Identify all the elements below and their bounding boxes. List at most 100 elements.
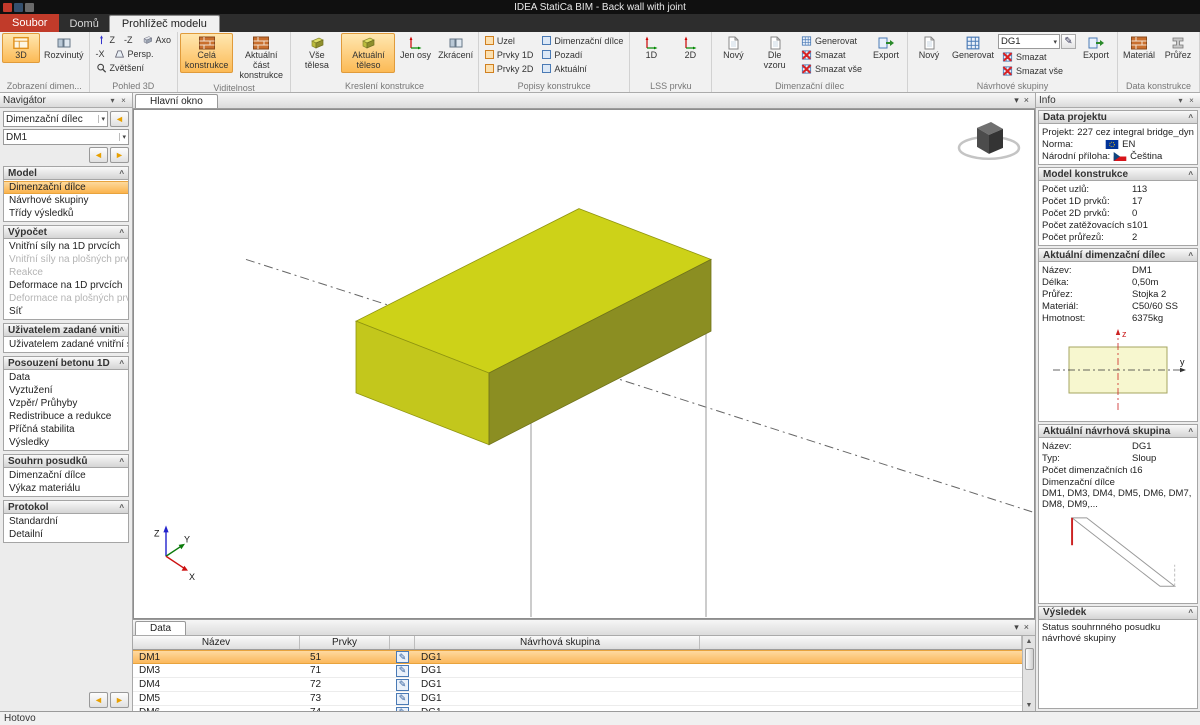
dim-member-delete-all-button[interactable]: Smazat vše xyxy=(797,62,866,75)
table-row-dm3[interactable]: DM3 71 ✎ DG1 xyxy=(133,664,1022,678)
tab-model-browser[interactable]: Prohlížeč modelu xyxy=(109,15,220,32)
section-header-concrete-check[interactable]: Posouzení betonu 1D^ xyxy=(3,356,129,370)
edit-row-icon[interactable]: ✎ xyxy=(396,693,409,705)
pin-icon[interactable]: ▾ xyxy=(107,96,118,105)
dim-member-new-button[interactable]: Nový xyxy=(714,33,752,63)
edit-row-icon[interactable]: ✎ xyxy=(396,707,409,712)
tab-main-window[interactable]: Hlavní okno xyxy=(135,94,218,108)
axes-only-button[interactable]: Jen osy xyxy=(396,33,434,63)
scrollbar-thumb[interactable] xyxy=(1025,648,1034,670)
nav-item-results[interactable]: Výsledky xyxy=(4,436,128,449)
scroll-up-icon[interactable]: ▲ xyxy=(1026,636,1033,647)
nav-item-deformations-1d[interactable]: Deformace na 1D prvcích xyxy=(4,279,128,292)
design-group-generate-button[interactable]: Generovat xyxy=(949,33,997,63)
close-icon[interactable]: × xyxy=(1186,96,1197,105)
label-current-toggle[interactable]: Aktuální xyxy=(538,62,627,75)
cross-section-button[interactable]: Průřez xyxy=(1159,33,1197,63)
label-node-toggle[interactable]: Uzel xyxy=(481,34,538,47)
close-icon[interactable]: × xyxy=(118,96,129,105)
nav-item-redistribution[interactable]: Redistribuce a redukce xyxy=(4,410,128,423)
viewport-3d[interactable]: Z Y X xyxy=(133,109,1035,619)
navigation-cube[interactable] xyxy=(959,122,1019,159)
close-icon[interactable]: × xyxy=(1024,95,1029,106)
close-icon[interactable]: × xyxy=(1024,622,1029,633)
view-minus-x-button[interactable]: -X xyxy=(92,47,109,60)
next-member-button[interactable]: ► xyxy=(110,147,129,163)
label-members2d-toggle[interactable]: Prvky 2D xyxy=(481,62,538,75)
dim-member-export-button[interactable]: Export xyxy=(867,33,905,63)
nav-item-buckling[interactable]: Vzpěr/ Průhyby xyxy=(4,397,128,410)
dim-member-delete-button[interactable]: Smazat xyxy=(797,48,866,61)
current-part-button[interactable]: Aktuální část konstrukce xyxy=(234,33,288,83)
current-solid-button[interactable]: Aktuální těleso xyxy=(341,33,395,73)
view-persp-button[interactable]: Persp. xyxy=(110,47,158,60)
table-scrollbar[interactable]: ▲ ▼ xyxy=(1022,636,1035,711)
edit-row-icon[interactable]: ✎ xyxy=(396,679,409,691)
lss-1d-button[interactable]: 1D xyxy=(632,33,670,63)
section-header-user-forces[interactable]: Uživatelem zadané vnitřní s^ xyxy=(3,323,129,337)
section-header-check-summary[interactable]: Souhrn posudků^ xyxy=(3,454,129,468)
pin-icon[interactable]: ▾ xyxy=(1014,622,1019,633)
edit-row-icon[interactable]: ✎ xyxy=(396,665,409,677)
project-section-header[interactable]: Data projektu^ xyxy=(1038,110,1198,124)
pin-icon[interactable]: ▾ xyxy=(1175,96,1186,105)
current-group-section-header[interactable]: Aktuální návrhová skupina^ xyxy=(1038,424,1198,438)
file-menu-button[interactable]: Soubor xyxy=(0,14,59,32)
column-header-elements[interactable]: Prvky xyxy=(300,636,390,649)
view-axo-button[interactable]: Axo xyxy=(138,33,176,46)
nav-item-result-classes[interactable]: Třídy výsledků xyxy=(4,207,128,220)
nav-item-data[interactable]: Data xyxy=(4,371,128,384)
pin-icon[interactable]: ▾ xyxy=(1014,95,1019,106)
tab-home[interactable]: Domů xyxy=(59,16,108,32)
nav-item-mesh[interactable]: Síť xyxy=(4,305,128,318)
model-section-header[interactable]: Model konstrukce^ xyxy=(1038,167,1198,181)
material-button[interactable]: Materiál xyxy=(1120,33,1158,63)
view-minus-z-button[interactable]: -Z xyxy=(120,33,137,46)
column-header-name[interactable]: Název xyxy=(133,636,300,649)
edit-row-icon[interactable]: ✎ xyxy=(396,651,409,663)
shortened-button[interactable]: Zkrácení xyxy=(435,33,475,63)
section-header-model[interactable]: Model^ xyxy=(3,166,129,180)
dim-member-by-pattern-button[interactable]: Dle vzoru xyxy=(753,33,796,73)
label-members1d-toggle[interactable]: Prvky 1D xyxy=(481,48,538,61)
result-section-header[interactable]: Výsledek^ xyxy=(1038,606,1198,620)
nav-item-lateral-stability[interactable]: Příčná stabilita xyxy=(4,423,128,436)
whole-structure-button[interactable]: Celá konstrukce xyxy=(180,33,233,73)
design-group-combo[interactable]: DG1 ▾ xyxy=(998,34,1060,49)
prev-mode-button[interactable]: ◄ xyxy=(110,111,129,127)
label-background-toggle[interactable]: Pozadí xyxy=(538,48,627,61)
view-unfolded-button[interactable]: Rozvinutý xyxy=(41,33,87,63)
all-solids-button[interactable]: Vše tělesa xyxy=(293,33,340,73)
nav-item-material-report[interactable]: Výkaz materiálu xyxy=(4,482,128,495)
nav-item-reinforcement[interactable]: Vyztužení xyxy=(4,384,128,397)
nav-item-detailed-report[interactable]: Detailní xyxy=(4,528,128,541)
navigator-member-combo[interactable]: DM1 ▾ xyxy=(3,129,129,145)
design-group-new-button[interactable]: Nový xyxy=(910,33,948,63)
navigator-mode-combo[interactable]: Dimenzační dílec ▾ xyxy=(3,111,108,127)
zoom-button[interactable]: Zvětšení xyxy=(92,61,149,74)
label-dim-members-toggle[interactable]: Dimenzační dílce xyxy=(538,34,627,47)
view-z-button[interactable]: Z xyxy=(92,33,120,46)
table-row-dm6[interactable]: DM6 74 ✎ DG1 xyxy=(133,706,1022,711)
table-row-dm5[interactable]: DM5 73 ✎ DG1 xyxy=(133,692,1022,706)
tab-data[interactable]: Data xyxy=(135,621,186,635)
section-header-report[interactable]: Protokol^ xyxy=(3,500,129,514)
prev-member-button[interactable]: ◄ xyxy=(89,147,108,163)
nav-bottom-prev-button[interactable]: ◄ xyxy=(89,692,108,708)
column-header-group[interactable]: Návrhová skupina xyxy=(415,636,700,649)
current-member-section-header[interactable]: Aktuální dimenzační dílec^ xyxy=(1038,248,1198,262)
nav-item-design-groups[interactable]: Návrhové skupiny xyxy=(4,194,128,207)
section-header-calculation[interactable]: Výpočet^ xyxy=(3,225,129,239)
design-group-export-button[interactable]: Export xyxy=(1077,33,1115,63)
design-group-delete-all-button[interactable]: Smazat vše xyxy=(998,64,1076,77)
nav-item-dim-members[interactable]: Dimenzační dílce xyxy=(4,181,128,194)
nav-item-internal-forces-1d[interactable]: Vnitřní síly na 1D prvcích xyxy=(4,240,128,253)
table-row-dm4[interactable]: DM4 72 ✎ DG1 xyxy=(133,678,1022,692)
nav-item-summary-dim-members[interactable]: Dimenzační dílce xyxy=(4,469,128,482)
nav-bottom-next-button[interactable]: ► xyxy=(110,692,129,708)
scroll-down-icon[interactable]: ▼ xyxy=(1026,700,1033,711)
view-3d-button[interactable]: 3D xyxy=(2,33,40,63)
dim-member-generate-button[interactable]: Generovat xyxy=(797,34,866,47)
lss-2d-button[interactable]: 2D xyxy=(671,33,709,63)
design-group-delete-button[interactable]: Smazat xyxy=(998,50,1076,63)
